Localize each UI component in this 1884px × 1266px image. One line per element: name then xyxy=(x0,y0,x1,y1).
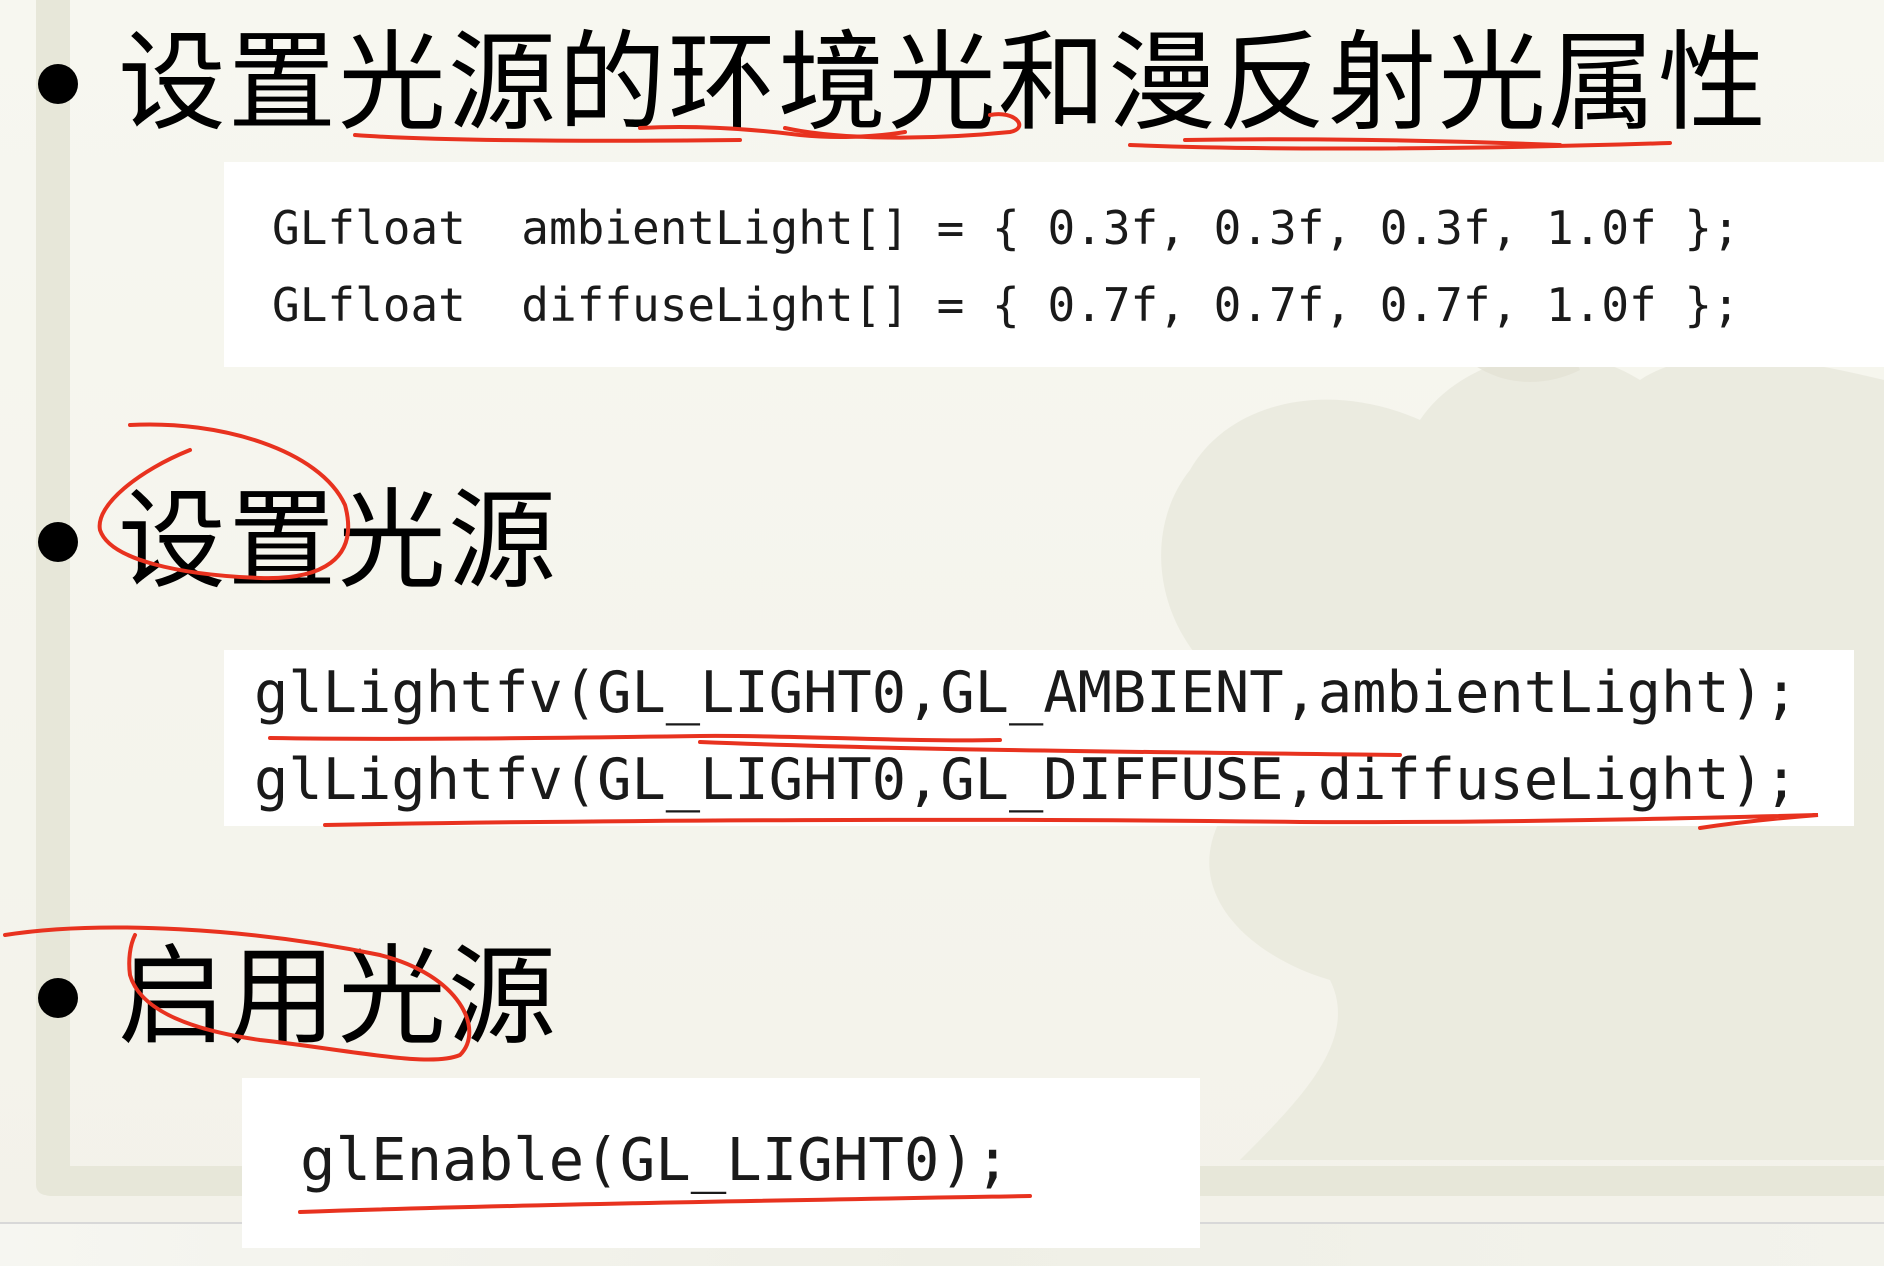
code-line: glEnable(GL_LIGHT0); xyxy=(300,1125,1011,1194)
code-line: glLightfv(GL_LIGHT0,GL_DIFFUSE,diffuseLi… xyxy=(254,747,1799,813)
code-line: GLfloat ambientLight[] = { 0.3f, 0.3f, 0… xyxy=(272,201,1740,255)
bullet-dot-icon xyxy=(38,522,78,562)
bullet-item-2: 设置光源 xyxy=(38,488,558,596)
code-block-enable-light: glEnable(GL_LIGHT0); xyxy=(242,1078,1200,1248)
bullet-heading: 启用光源 xyxy=(118,935,559,1060)
code-line: GLfloat diffuseLight[] = { 0.7f, 0.7f, 0… xyxy=(272,278,1740,332)
bullet-dot-icon xyxy=(38,64,78,104)
bullet-item-1: 设置光源的环境光和漫反射光属性 xyxy=(38,30,1768,138)
code-block-light-values: GLfloat ambientLight[] = { 0.3f, 0.3f, 0… xyxy=(224,162,1884,367)
code-line: glLightfv(GL_LIGHT0,GL_AMBIENT,ambientLi… xyxy=(254,660,1799,726)
bullet-dot-icon xyxy=(38,978,78,1018)
bullet-item-3: 启用光源 xyxy=(38,944,558,1052)
bullet-heading: 设置光源的环境光和漫反射光属性 xyxy=(118,21,1769,146)
bullet-heading: 设置光源 xyxy=(118,479,559,604)
code-block-set-light: glLightfv(GL_LIGHT0,GL_AMBIENT,ambientLi… xyxy=(224,650,1854,826)
